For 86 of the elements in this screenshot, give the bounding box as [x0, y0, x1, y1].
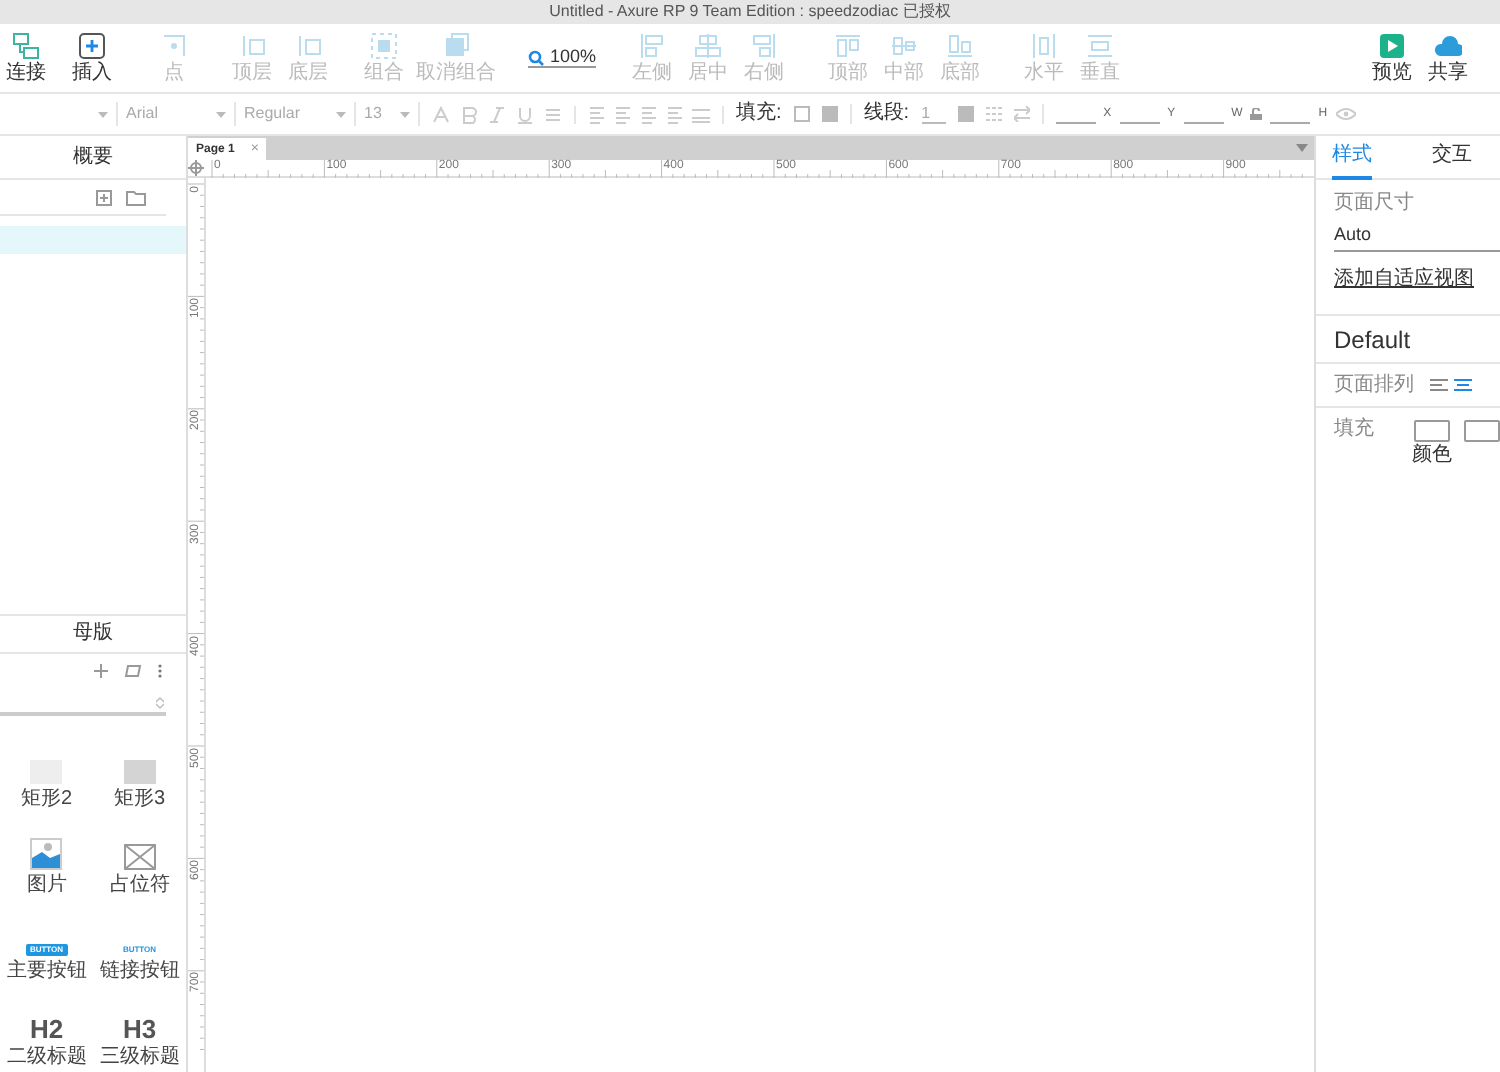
align-left-icon[interactable] [588, 105, 606, 123]
search-field[interactable] [0, 692, 166, 716]
add-page-icon[interactable] [96, 189, 112, 205]
field-label: 页面排列 [1334, 375, 1414, 395]
link-icon [12, 32, 40, 60]
font-size-dropdown[interactable]: 13 [356, 102, 420, 126]
arrow-style-icon[interactable] [1013, 106, 1030, 122]
window-title: Untitled - Axure RP 9 Team Edition : speedzodiac 已授权 [549, 4, 951, 20]
field-label: 页面尺寸 [1334, 194, 1416, 214]
placeholder-icon [123, 844, 156, 870]
ungroup-icon [442, 32, 470, 60]
widget-item[interactable]: 占位符 [93, 822, 186, 896]
panel-header: 概要 [0, 136, 186, 180]
line-color-swatch[interactable] [957, 106, 974, 122]
font-color-icon[interactable] [432, 105, 450, 123]
bullet-list-icon[interactable] [544, 105, 562, 123]
line-pattern-icon[interactable] [985, 106, 1002, 122]
sort-icon [156, 695, 164, 709]
fill-color-swatch[interactable] [793, 106, 810, 122]
line-width-field[interactable]: 1 [921, 105, 946, 123]
widget-item[interactable]: 矩形2 [0, 736, 93, 810]
search-icon [528, 49, 544, 65]
distribute-vertical-icon [1086, 32, 1115, 60]
toolbar-button[interactable]: 预览 [1364, 32, 1421, 84]
align-center-icon [694, 32, 723, 60]
underline-icon[interactable] [516, 105, 534, 123]
add-icon[interactable] [94, 664, 108, 678]
caret-icon [216, 111, 226, 117]
align-middle-icon [890, 32, 919, 60]
italic-icon[interactable] [488, 105, 506, 123]
toolbar-button[interactable]: 共享 [1420, 32, 1477, 84]
cloud-icon [1434, 32, 1463, 60]
fill-label: 填充: [736, 104, 782, 124]
rectangle-icon [123, 760, 156, 784]
selected-page-row[interactable] [0, 226, 186, 254]
widget-item[interactable]: H2 二级标题 [0, 994, 93, 1068]
heading-preview: H2 [29, 1016, 64, 1042]
heading-preview: H3 [122, 1016, 157, 1042]
bring-front-icon [238, 32, 266, 60]
align-center-icon[interactable] [1454, 378, 1472, 392]
page-size-field[interactable]: Auto [1334, 226, 1500, 252]
send-back-icon [294, 32, 322, 60]
inspector-tab[interactable]: 样式 [1332, 136, 1372, 180]
font-dropdown[interactable]: Arial [118, 102, 236, 126]
play-icon [1378, 32, 1407, 60]
style-name: Default [1334, 327, 1411, 351]
bold-icon[interactable] [460, 105, 478, 123]
panel-header: 母版 [0, 614, 186, 654]
fill-color-swatch[interactable] [1414, 420, 1450, 442]
toolbar-button[interactable]: 插入 [52, 32, 132, 84]
folder-icon[interactable] [126, 189, 146, 205]
image-icon [30, 838, 63, 870]
align-top-icon [834, 32, 863, 60]
point-icon [160, 32, 188, 60]
distribute-horizontal-icon [1030, 32, 1059, 60]
caret-icon [98, 111, 108, 117]
align-bottom-icon [946, 32, 975, 60]
group-icon [370, 32, 398, 60]
eye-icon[interactable] [1335, 108, 1356, 120]
caret-icon [400, 111, 410, 117]
fill-image-swatch[interactable] [1464, 420, 1500, 442]
justify-icon[interactable] [666, 105, 684, 123]
caret-icon[interactable] [1296, 144, 1308, 152]
lock-icon[interactable] [1250, 108, 1263, 120]
align-center-icon[interactable] [614, 105, 632, 123]
line-spacing-icon[interactable] [692, 105, 710, 123]
align-left-icon [638, 32, 667, 60]
align-right-icon[interactable] [640, 105, 658, 123]
widget-item[interactable]: 图片 [0, 822, 93, 896]
swatch-label: 颜色 [1412, 446, 1452, 466]
stack-icon[interactable] [124, 664, 142, 678]
adaptive-view-link[interactable]: 添加自适应视图 [1334, 270, 1474, 290]
caret-icon [336, 111, 346, 117]
field-label: 填充 [1334, 420, 1376, 440]
origin-icon[interactable] [188, 160, 204, 176]
line-label: 线段: [863, 104, 910, 124]
toolbar-button[interactable]: 连接 [0, 32, 52, 84]
fill-image-swatch[interactable] [821, 106, 838, 122]
font-weight-dropdown[interactable]: Regular [236, 102, 356, 126]
widget-item[interactable]: H3 三级标题 [93, 994, 186, 1068]
inspector-tab[interactable]: 交互 [1432, 136, 1472, 180]
align-right-icon [750, 32, 779, 60]
plus-icon [78, 32, 106, 60]
zoom-field[interactable]: 100% [528, 48, 597, 68]
align-left-icon[interactable] [1430, 378, 1448, 392]
widget-item[interactable]: 矩形3 [93, 736, 186, 810]
